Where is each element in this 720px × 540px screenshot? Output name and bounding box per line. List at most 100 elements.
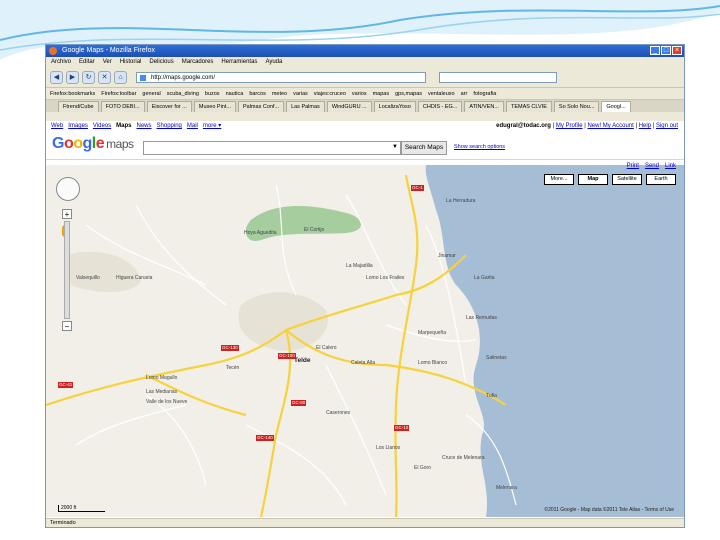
map-label-melenara: Melenara: [496, 485, 517, 491]
tab-museo-pint[interactable]: Museo Pint...: [193, 101, 236, 112]
forward-button[interactable]: ▶: [66, 70, 79, 84]
google-nav-images[interactable]: Images: [68, 121, 88, 131]
map-label-lomo-los-frailes: Lomo Los Frailes: [366, 275, 405, 281]
tab-las-palmas[interactable]: Las Palmas: [286, 101, 325, 112]
url-bar[interactable]: http://maps.google.com/: [136, 71, 426, 83]
browser-search-input[interactable]: [439, 71, 557, 83]
menu-item-ayuda[interactable]: Ayuda: [265, 57, 282, 67]
menu-item-herramientas[interactable]: Herramientas: [221, 57, 257, 67]
map-type-satellite[interactable]: Satellite: [612, 174, 642, 185]
google-maps-logo[interactable]: Google maps: [52, 135, 134, 153]
bookmark-general[interactable]: general: [142, 91, 160, 97]
bookmark-scuba-diving[interactable]: scuba_diving: [167, 91, 199, 97]
reload-button[interactable]: ↻: [82, 70, 95, 84]
tab-googl[interactable]: Googl...: [601, 101, 631, 112]
map-canvas[interactable]: Telde La Majadilla Lomo Blanco Jinamar Marpe…: [46, 165, 684, 517]
user-link-new-my-account[interactable]: New! My Account: [587, 123, 633, 129]
bookmark-mapas[interactable]: mapas: [373, 91, 390, 97]
tab-palmas-conf[interactable]: Palmas Conf...: [237, 101, 285, 112]
print-link[interactable]: Print: [627, 163, 639, 169]
firefox-icon: [49, 47, 57, 55]
google-nav-news[interactable]: News: [137, 121, 152, 131]
user-link-my-profile[interactable]: My Profile: [556, 123, 583, 129]
close-button[interactable]: ×: [672, 46, 682, 55]
map-copyright: ©2011 Google - Map data ©2011 Tele Atlas…: [544, 507, 674, 513]
back-button[interactable]: ◀: [50, 70, 63, 84]
pan-control[interactable]: [56, 177, 80, 201]
google-nav-videos[interactable]: Videos: [93, 121, 111, 131]
map-label-lomo-magullo: Lomo Magullo: [146, 375, 178, 381]
map-label-marpeque-a: Marpequeña: [418, 330, 447, 336]
navigation-toolbar: ◀ ▶ ↻ ✕ ⌂ http://maps.google.com/: [46, 67, 684, 88]
map-type-buttons: More... Map Satellite Earth: [544, 174, 676, 185]
bookmark-buzos[interactable]: buzos: [205, 91, 220, 97]
bookmark-ventaleuxo[interactable]: ventaleuxo: [428, 91, 455, 97]
send-link[interactable]: Send: [645, 163, 659, 169]
tab-so-solo-nou[interactable]: So Solo Nou...: [553, 101, 600, 112]
user-email[interactable]: edugral@todac.org: [496, 123, 551, 129]
map-type-map[interactable]: Map: [578, 174, 608, 185]
bookmark-firefox-toolbar[interactable]: Firefox:toolbar: [101, 91, 136, 97]
map-label-higuera-canaria: Higuera Canaria: [116, 275, 153, 281]
bookmark-fotografia[interactable]: fotografia: [473, 91, 496, 97]
bookmark-firefox-bookmarks[interactable]: Firefox:bookmarks: [50, 91, 95, 97]
bookmark-varios[interactable]: varios: [352, 91, 367, 97]
menu-item-archivo[interactable]: Archivo: [51, 57, 71, 67]
tab-atin-ven[interactable]: ATIN/VEN...: [464, 101, 504, 112]
google-nav-web[interactable]: Web: [51, 121, 63, 131]
maps-search-input[interactable]: ▼: [143, 141, 401, 155]
tab-strip: Ftrend/Cube FOTO DEBI... Eiscover for ... M…: [46, 100, 684, 112]
user-link-sign-out[interactable]: Sign out: [656, 123, 678, 129]
bookmark-gps-mapas[interactable]: gps,mapas: [395, 91, 422, 97]
map-label-valle-de-los-nueve: Valle de los Nueve: [146, 399, 188, 405]
menu-item-marcadores[interactable]: Marcadores: [182, 57, 214, 67]
bookmark-nautica[interactable]: nautica: [226, 91, 244, 97]
map-graphics: [46, 165, 684, 517]
google-nav-more[interactable]: more ▾: [203, 121, 221, 131]
menu-item-historial[interactable]: Historial: [120, 57, 142, 67]
tab-chdis-eg[interactable]: CHDIS - EG...: [417, 101, 463, 112]
tab-ftrend-cube[interactable]: Ftrend/Cube: [58, 101, 99, 112]
home-button[interactable]: ⌂: [114, 70, 127, 84]
maximize-button[interactable]: □: [661, 46, 671, 55]
tab-windguru[interactable]: WindGURU ...: [326, 101, 372, 112]
google-nav-mail[interactable]: Mail: [187, 121, 198, 131]
chevron-down-icon[interactable]: ▼: [392, 144, 398, 150]
map-type-earth[interactable]: Earth: [646, 174, 676, 185]
print-send-link: Print Send Link: [627, 163, 676, 169]
map-label-salinetas: Salinetas: [486, 355, 507, 361]
map-label-lomo-blanco: Lomo Blanco: [418, 360, 448, 366]
road-badge-gc-130: GC-130: [221, 345, 239, 351]
menu-item-editar[interactable]: Editar: [79, 57, 95, 67]
zoom-out-button[interactable]: −: [62, 321, 72, 331]
menu-item-delicious[interactable]: Delicious: [149, 57, 173, 67]
map-scale: 2000 ft: [58, 505, 105, 512]
map-label-los-llanos: Los Llanos: [376, 445, 401, 451]
window-title: Google Maps - Mozilla Firefox: [62, 47, 155, 54]
minimize-button[interactable]: _: [650, 46, 660, 55]
tab-localizayoso[interactable]: LocalizaYoso: [373, 101, 416, 112]
maps-logo-suffix: maps: [106, 137, 134, 151]
firefox-window: Google Maps - Mozilla Firefox _ □ × Arch…: [45, 44, 685, 528]
tab-temas-clvie[interactable]: TEMAS CLVIE: [505, 101, 552, 112]
menu-item-ver[interactable]: Ver: [103, 57, 112, 67]
bookmark-viajes-cruceo[interactable]: viajes:cruceo: [314, 91, 346, 97]
map-label-las-remudas: Las Remudas: [466, 315, 497, 321]
show-search-options-link[interactable]: Show search options: [454, 144, 505, 150]
zoom-in-button[interactable]: +: [62, 209, 72, 219]
google-nav-shopping[interactable]: Shopping: [157, 121, 182, 131]
zoom-control: + −: [62, 209, 72, 331]
bookmark-barcos[interactable]: barcos: [249, 91, 266, 97]
bookmark-arr[interactable]: arr: [461, 91, 468, 97]
link-link[interactable]: Link: [665, 163, 676, 169]
user-link-help[interactable]: Help: [639, 123, 651, 129]
map-type-more[interactable]: More...: [544, 174, 574, 185]
search-maps-button[interactable]: Search Maps: [401, 141, 447, 155]
bookmark-meteo[interactable]: meteo: [272, 91, 287, 97]
bookmark-varias[interactable]: varias: [293, 91, 308, 97]
stop-button[interactable]: ✕: [98, 70, 111, 84]
tab-foto-debi[interactable]: FOTO DEBI...: [100, 101, 145, 112]
tab-eiscover-for[interactable]: Eiscover for ...: [146, 101, 192, 112]
zoom-slider[interactable]: [64, 221, 70, 319]
map-label-la-garita: La Garita: [474, 275, 495, 281]
